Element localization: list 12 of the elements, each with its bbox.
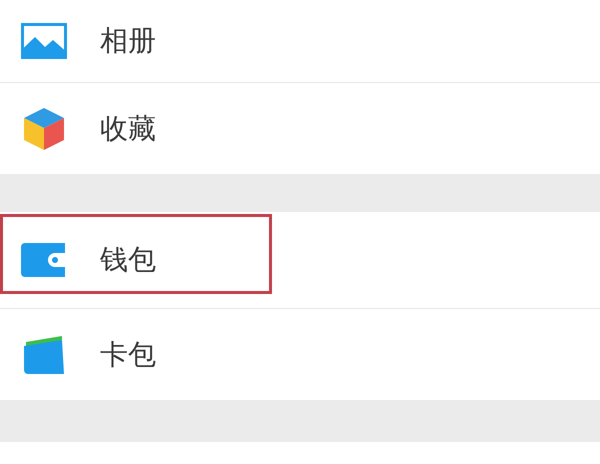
cube-icon [22,106,66,152]
menu-item[interactable]: 钱包 [0,212,600,308]
menu-label: 钱包 [100,243,156,277]
menu-item[interactable]: 收藏 [0,82,600,174]
menu-item[interactable]: 相册 [0,0,600,82]
card-wallet-icon [22,334,66,376]
menu-label: 相册 [100,24,156,58]
menu-label: 收藏 [100,112,156,146]
menu-item[interactable]: 卡包 [0,308,600,400]
landscape-image-icon [21,23,67,59]
menu-label: 卡包 [100,338,156,372]
wallet-icon [21,243,67,277]
